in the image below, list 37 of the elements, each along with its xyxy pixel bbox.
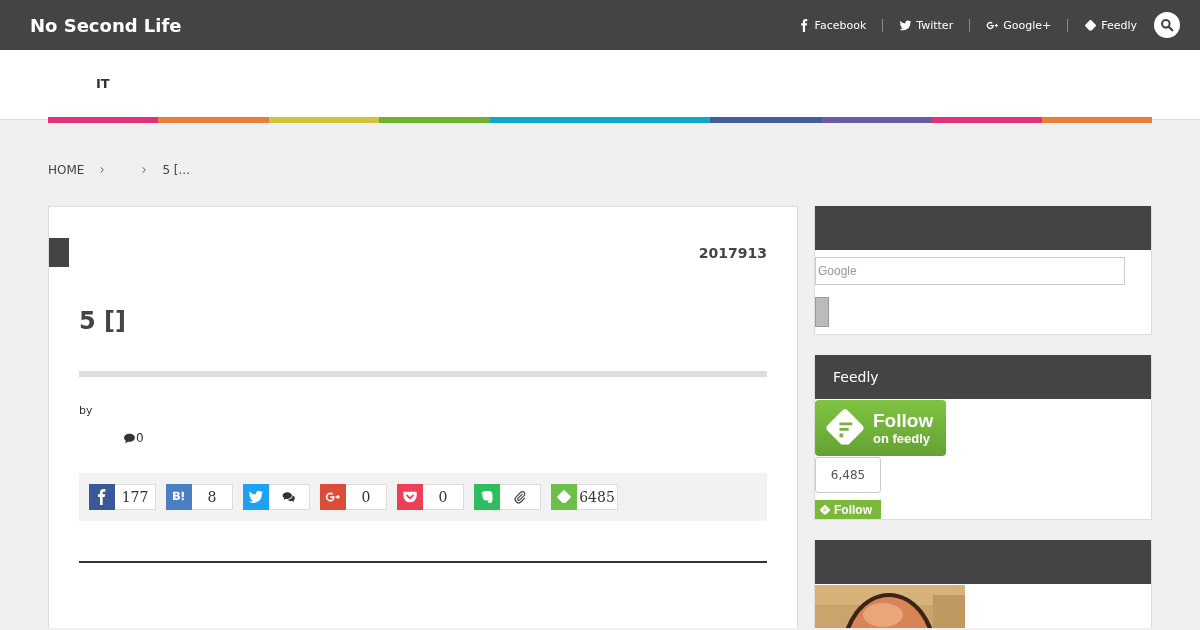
share-button[interactable] xyxy=(89,484,115,510)
breadcrumb-link[interactable]: 5 [... xyxy=(162,163,190,177)
social-link[interactable]: Google+ xyxy=(984,18,1054,32)
article-title: 5 [] xyxy=(79,307,127,335)
bird-icon xyxy=(248,489,264,505)
speech-bubbles-icon xyxy=(282,490,296,504)
breadcrumb-link[interactable]: HOME xyxy=(48,163,85,177)
bird-icon xyxy=(899,18,913,32)
share-count: 6485 xyxy=(577,484,618,510)
paperclip-icon xyxy=(513,490,527,504)
site-title[interactable]: No Second Life xyxy=(30,14,182,36)
chevron-icon xyxy=(140,166,149,174)
share-count: 177 xyxy=(115,484,156,510)
social-link[interactable]: Facebook xyxy=(795,18,869,32)
button-label: on feedly xyxy=(873,432,932,445)
share-count: 0 xyxy=(346,484,387,510)
button-label: Follow xyxy=(873,411,934,430)
follower-count: 6,485 xyxy=(815,457,881,493)
share-button[interactable] xyxy=(166,484,192,510)
speech-bubble-icon xyxy=(123,431,136,445)
search-icon xyxy=(1160,18,1174,32)
chevron-icon xyxy=(98,166,107,174)
widget-title: Feedly xyxy=(815,355,1151,399)
share-button[interactable] xyxy=(320,484,346,510)
author-byline: by xyxy=(79,404,94,417)
share-button[interactable] xyxy=(243,484,269,510)
social-link[interactable]: Twitter xyxy=(897,18,956,32)
comment-count[interactable]: 0 xyxy=(136,431,144,445)
share-button[interactable] xyxy=(397,484,423,510)
social-link[interactable]: Feedly xyxy=(1082,18,1139,32)
search-button[interactable] xyxy=(1154,12,1180,38)
nav-item[interactable]: IT xyxy=(48,76,110,91)
share-count: 8 xyxy=(192,484,233,510)
pocket-icon xyxy=(402,489,418,505)
post-date: 2017913 xyxy=(698,244,767,261)
share-count: 0 xyxy=(423,484,464,510)
search-field[interactable]: Google xyxy=(815,257,1125,285)
